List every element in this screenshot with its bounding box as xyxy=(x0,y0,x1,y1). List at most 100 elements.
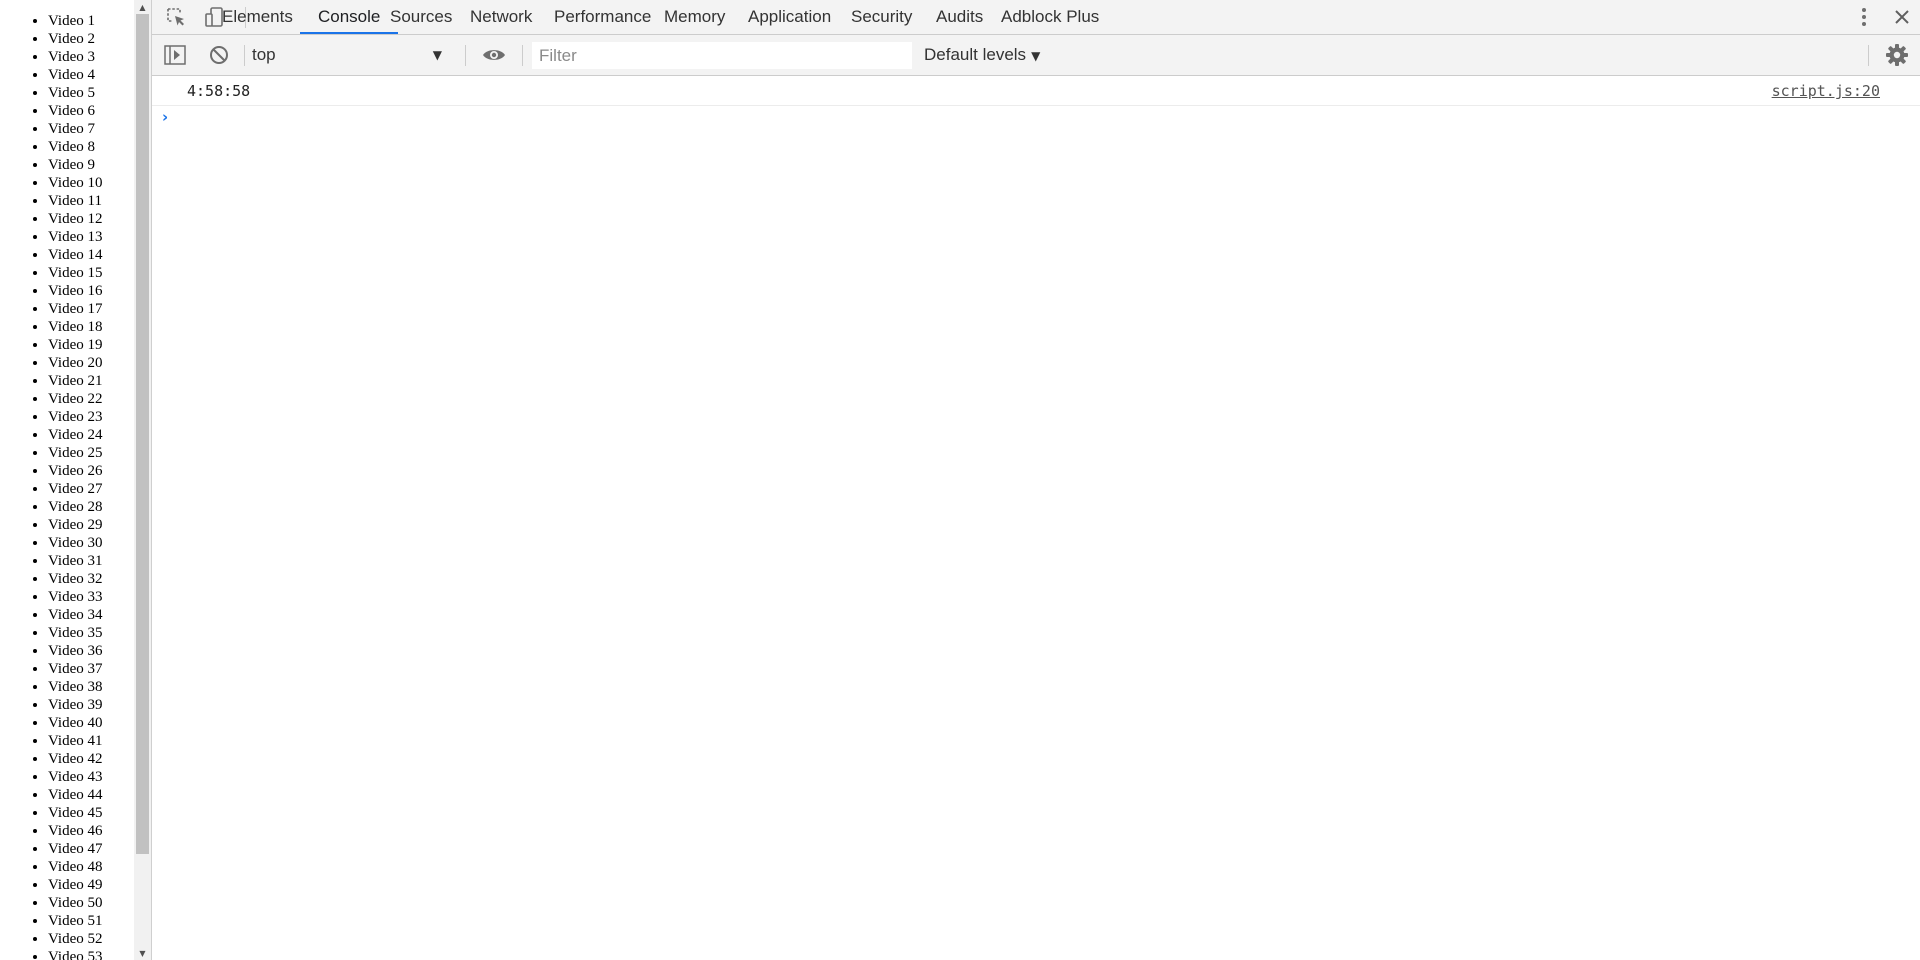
scroll-down-arrow-icon[interactable]: ▼ xyxy=(134,946,151,960)
web-page-pane: Video 1Video 2Video 3Video 4Video 5Video… xyxy=(0,0,134,960)
video-list-item: Video 34 xyxy=(48,606,134,624)
video-list-item: Video 50 xyxy=(48,894,134,912)
context-selector[interactable]: top ▼ xyxy=(252,41,452,69)
video-list-item: Video 48 xyxy=(48,858,134,876)
console-toolbar: top ▼ Default levels ▼ xyxy=(152,35,1920,76)
screen: Video 1Video 2Video 3Video 4Video 5Video… xyxy=(0,0,1920,960)
scrollbar-thumb[interactable] xyxy=(136,14,149,854)
video-list-item: Video 13 xyxy=(48,228,134,246)
video-list-item: Video 8 xyxy=(48,138,134,156)
video-list-item: Video 47 xyxy=(48,840,134,858)
inspect-element-icon[interactable] xyxy=(162,4,190,30)
video-list: Video 1Video 2Video 3Video 4Video 5Video… xyxy=(0,0,134,960)
console-prompt[interactable]: › xyxy=(152,106,1920,130)
video-list-item: Video 1 xyxy=(48,12,134,30)
video-list-item: Video 52 xyxy=(48,930,134,948)
toolbar-separator xyxy=(1868,45,1869,66)
tab-security[interactable]: Security xyxy=(851,0,912,34)
close-icon[interactable] xyxy=(1890,4,1914,30)
video-list-item: Video 27 xyxy=(48,480,134,498)
devtools-tabbar: Elements Console Sources Network Performance… xyxy=(152,0,1920,35)
show-sidebar-icon[interactable] xyxy=(162,43,188,67)
video-list-item: Video 4 xyxy=(48,66,134,84)
tab-elements[interactable]: Elements xyxy=(222,0,293,34)
video-list-item: Video 36 xyxy=(48,642,134,660)
context-value: top xyxy=(252,45,276,64)
video-list-item: Video 28 xyxy=(48,498,134,516)
video-list-item: Video 26 xyxy=(48,462,134,480)
video-list-item: Video 11 xyxy=(48,192,134,210)
log-levels-dropdown[interactable]: Default levels ▼ xyxy=(924,41,1040,69)
video-list-item: Video 31 xyxy=(48,552,134,570)
video-list-item: Video 18 xyxy=(48,318,134,336)
live-expression-icon[interactable] xyxy=(479,43,509,67)
more-vertical-icon[interactable] xyxy=(1852,4,1876,30)
video-list-item: Video 10 xyxy=(48,174,134,192)
dropdown-arrow-icon: ▼ xyxy=(432,48,442,62)
toolbar-separator xyxy=(244,45,245,66)
video-list-item: Video 43 xyxy=(48,768,134,786)
toolbar-separator xyxy=(465,45,466,66)
video-list-item: Video 46 xyxy=(48,822,134,840)
video-list-item: Video 6 xyxy=(48,102,134,120)
video-list-item: Video 24 xyxy=(48,426,134,444)
tab-memory[interactable]: Memory xyxy=(664,0,725,34)
video-list-item: Video 42 xyxy=(48,750,134,768)
close-icon-svg xyxy=(1895,10,1909,24)
filter-input[interactable] xyxy=(532,42,912,69)
console-message: 4:58:58 script.js:20 xyxy=(152,76,1920,106)
tab-sources[interactable]: Sources xyxy=(390,0,452,34)
video-list-item: Video 40 xyxy=(48,714,134,732)
video-list-item: Video 25 xyxy=(48,444,134,462)
page-scrollbar[interactable]: ▲ ▼ xyxy=(134,0,151,960)
toolbar-separator xyxy=(522,45,523,66)
video-list-item: Video 45 xyxy=(48,804,134,822)
tab-network[interactable]: Network xyxy=(470,0,532,34)
clear-console-icon[interactable] xyxy=(206,43,232,67)
video-list-item: Video 30 xyxy=(48,534,134,552)
show-sidebar-icon-svg xyxy=(164,45,186,65)
tab-console[interactable]: Console xyxy=(300,0,399,34)
video-list-item: Video 22 xyxy=(48,390,134,408)
video-list-item: Video 49 xyxy=(48,876,134,894)
video-list-item: Video 39 xyxy=(48,696,134,714)
video-list-item: Video 32 xyxy=(48,570,134,588)
log-levels-label: Default levels xyxy=(924,45,1027,64)
tab-application[interactable]: Application xyxy=(748,0,831,34)
clear-console-icon-svg xyxy=(210,46,228,64)
video-list-item: Video 15 xyxy=(48,264,134,282)
video-list-item: Video 9 xyxy=(48,156,134,174)
tab-performance[interactable]: Performance xyxy=(554,0,651,34)
video-list-item: Video 5 xyxy=(48,84,134,102)
video-list-item: Video 35 xyxy=(48,624,134,642)
video-list-item: Video 38 xyxy=(48,678,134,696)
console-source-link[interactable]: script.js:20 xyxy=(1772,82,1880,100)
console-message-text: 4:58:58 xyxy=(187,82,251,100)
inspect-element-icon-svg xyxy=(167,8,184,26)
dropdown-arrow-icon: ▼ xyxy=(1031,49,1041,63)
video-list-item: Video 19 xyxy=(48,336,134,354)
video-list-item: Video 21 xyxy=(48,372,134,390)
video-list-item: Video 33 xyxy=(48,588,134,606)
video-list-item: Video 16 xyxy=(48,282,134,300)
video-list-item: Video 17 xyxy=(48,300,134,318)
video-list-item: Video 53 xyxy=(48,948,134,960)
video-list-item: Video 2 xyxy=(48,30,134,48)
scroll-up-arrow-icon[interactable]: ▲ xyxy=(134,0,151,14)
devtools-panel: Elements Console Sources Network Performance… xyxy=(152,0,1920,960)
video-list-item: Video 51 xyxy=(48,912,134,930)
video-list-item: Video 29 xyxy=(48,516,134,534)
video-list-item: Video 41 xyxy=(48,732,134,750)
tab-adblock-plus[interactable]: Adblock Plus xyxy=(1001,0,1099,34)
video-list-item: Video 37 xyxy=(48,660,134,678)
video-list-item: Video 23 xyxy=(48,408,134,426)
tab-audits[interactable]: Audits xyxy=(936,0,983,34)
more-vertical-icon-svg xyxy=(1862,8,1866,26)
video-list-item: Video 20 xyxy=(48,354,134,372)
console-output[interactable]: 4:58:58 script.js:20 › xyxy=(152,76,1920,960)
video-list-item: Video 3 xyxy=(48,48,134,66)
gear-icon[interactable] xyxy=(1882,42,1912,68)
gear-icon-svg xyxy=(1886,44,1908,66)
video-list-item: Video 7 xyxy=(48,120,134,138)
video-list-item: Video 44 xyxy=(48,786,134,804)
